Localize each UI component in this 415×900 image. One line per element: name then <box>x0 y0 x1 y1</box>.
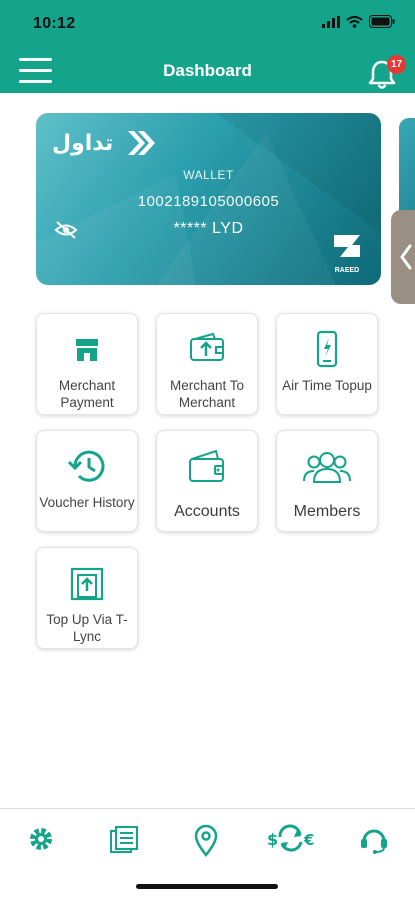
status-time: 10:12 <box>33 15 76 32</box>
nav-location[interactable] <box>190 823 226 858</box>
tile-top-up-via-t-lync[interactable]: Top Up Via T-Lync <box>36 547 138 649</box>
tile-air-time-topup[interactable]: Air Time Topup <box>276 313 378 415</box>
location-icon <box>194 824 218 858</box>
bank-name: RAEED <box>334 267 360 274</box>
home-indicator <box>136 884 278 889</box>
wallet-icon <box>189 449 224 482</box>
history-icon <box>67 450 105 482</box>
nav-support[interactable] <box>358 823 394 857</box>
wallet-transfer-icon <box>190 332 224 361</box>
notifications-button[interactable]: 17 <box>367 55 407 89</box>
topup-icon <box>70 567 104 601</box>
wallet-label: WALLET <box>183 168 234 182</box>
page-title: Dashboard <box>163 61 252 80</box>
battery-icon <box>369 15 395 28</box>
app-header: 10:12 Dashboard 17 <box>0 0 415 93</box>
settings-icon <box>30 828 52 850</box>
bottom-navigation: $ € <box>0 808 415 870</box>
side-drawer-tab[interactable] <box>391 210 415 304</box>
tile-label: Air Time Topup <box>282 378 372 393</box>
support-icon <box>361 829 387 854</box>
members-icon <box>303 452 351 483</box>
status-icons <box>322 15 395 28</box>
tile-voucher-history[interactable]: Voucher History <box>36 430 138 532</box>
svg-text:€: € <box>303 831 314 849</box>
svg-text:$: $ <box>267 830 278 849</box>
tile-merchant-to-merchant[interactable]: Merchant To Merchant <box>156 313 258 415</box>
nav-exchange[interactable]: $ € <box>266 823 316 857</box>
tile-label: Accounts <box>174 503 240 520</box>
wallet-card[interactable]: تداول WALLET 1002189105000605 ***** LYD … <box>36 113 381 285</box>
tile-merchant-payment[interactable]: Merchant Payment <box>36 313 138 415</box>
tile-label: Merchant To Merchant <box>169 378 245 410</box>
wallet-number: 1002189105000605 <box>137 193 280 210</box>
nav-settings[interactable] <box>25 823 61 857</box>
chevron-left-icon <box>400 244 412 270</box>
currency-exchange-icon: $ € <box>267 824 314 852</box>
wifi-icon <box>346 15 363 28</box>
bank-logo-icon <box>334 235 360 257</box>
phone-topup-icon <box>316 330 338 368</box>
notification-badge: 17 <box>387 55 406 74</box>
tile-label: Members <box>293 503 361 520</box>
card-brand-text: تداول <box>52 131 114 156</box>
bank-logo: RAEED <box>327 231 367 275</box>
tile-accounts[interactable]: Accounts <box>156 430 258 532</box>
tile-members[interactable]: Members <box>276 430 378 532</box>
card-brand-logo: تداول <box>52 127 162 161</box>
nav-statements[interactable] <box>108 823 144 857</box>
statements-icon <box>110 826 138 853</box>
tile-label: Voucher History <box>39 495 135 510</box>
chevrons-icon <box>128 131 155 155</box>
tile-label: Top Up Via T-Lync <box>46 612 128 644</box>
store-icon <box>76 339 98 361</box>
signal-icon <box>322 15 340 28</box>
tile-label: Merchant Payment <box>58 378 116 410</box>
